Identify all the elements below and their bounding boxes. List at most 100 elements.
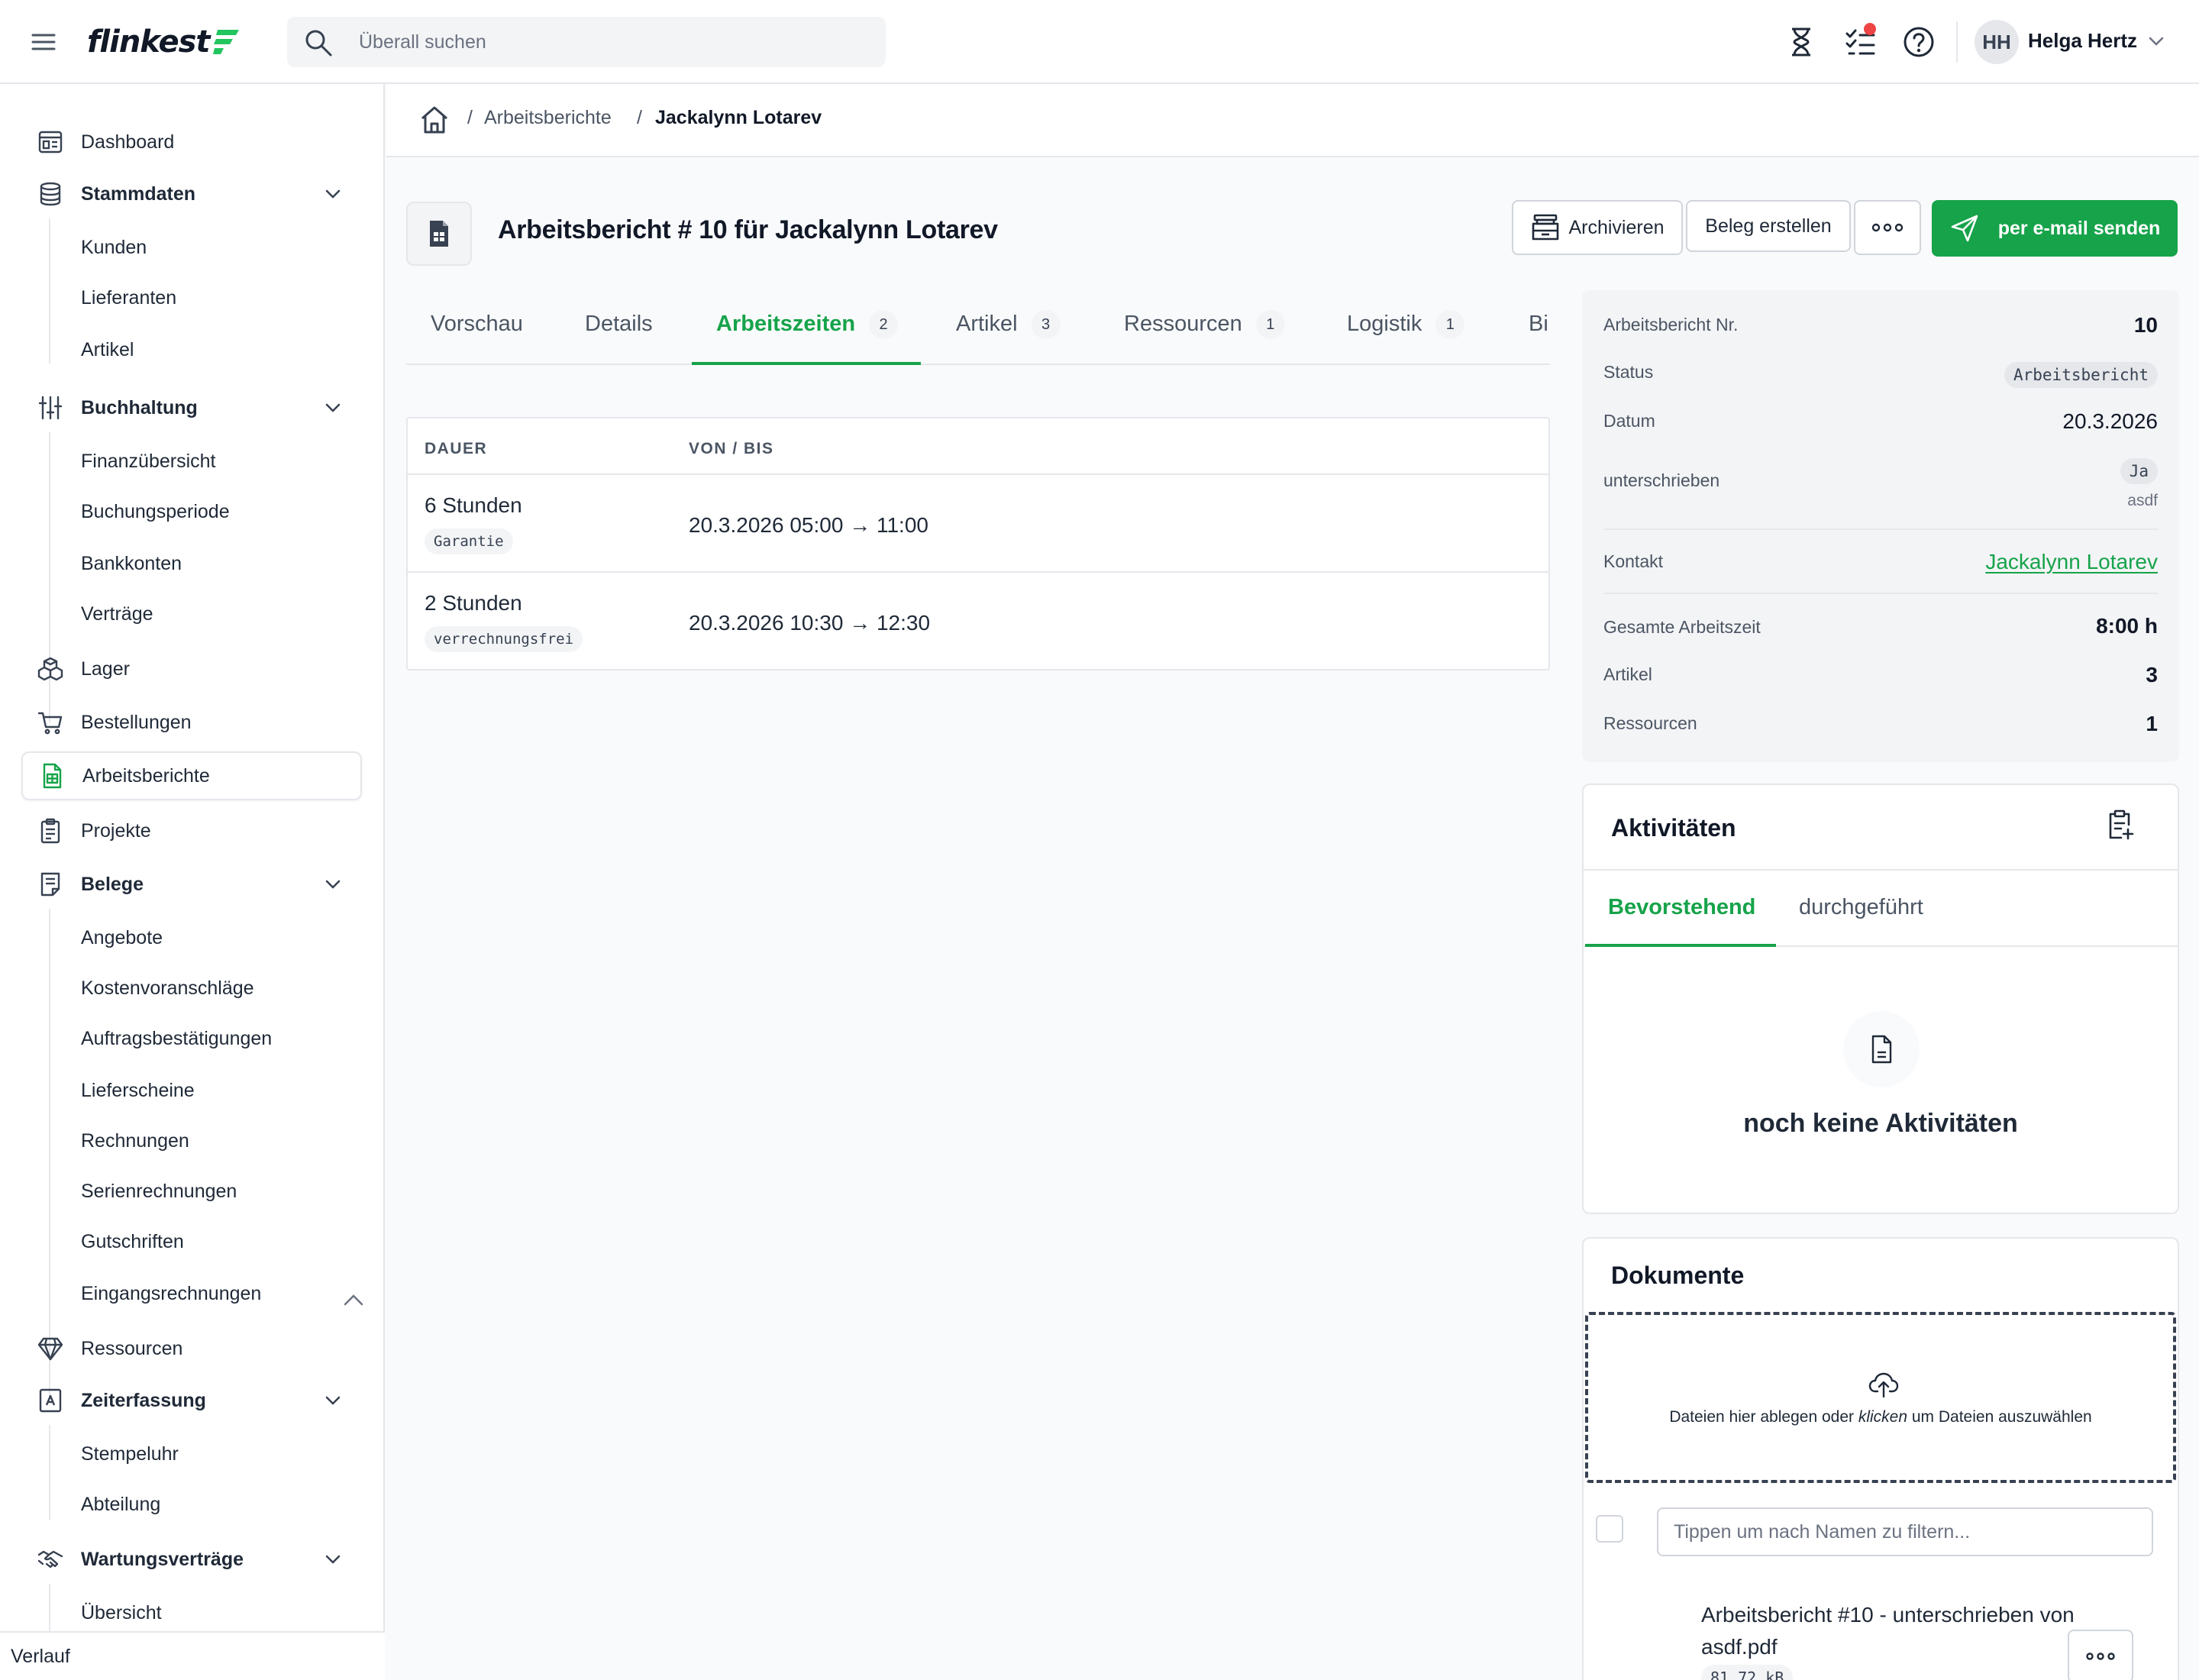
menu-icon[interactable]	[29, 27, 58, 57]
sidebar-item-projekte[interactable]: Projekte	[21, 806, 362, 855]
sidebar-subitem-artikel[interactable]: Artikel	[81, 331, 134, 368]
user-name[interactable]: Helga Hertz	[2028, 29, 2137, 53]
chevron-down-icon[interactable]	[324, 399, 342, 417]
tab-durchgefuehrt[interactable]: durchgeführt	[1799, 895, 1923, 920]
articles-count: 3	[2146, 663, 2158, 687]
resources-count: 1	[2146, 712, 2158, 735]
sidebar-item-buchhaltung[interactable]: Buchhaltung	[21, 383, 362, 432]
sidebar-subitem-gutschriften[interactable]: Gutschriften	[81, 1223, 184, 1260]
logo-mark-icon	[212, 27, 239, 57]
archive-button[interactable]: Archivieren	[1512, 200, 1683, 255]
send-email-button[interactable]: per e-mail senden	[1932, 200, 2178, 257]
divider	[1603, 593, 2158, 594]
receipt-icon	[40, 872, 60, 897]
sidebar-subitem-finanzuebersicht[interactable]: Finanzübersicht	[81, 443, 215, 480]
sidebar-item-wartungsvertraege[interactable]: Wartungsverträge	[21, 1535, 362, 1584]
tab-label: Logistik	[1347, 312, 1422, 336]
add-activity-icon[interactable]	[2103, 808, 2136, 842]
info-label: Kontakt	[1603, 551, 1663, 571]
sidebar-item-belege[interactable]: Belege	[21, 860, 362, 909]
sidebar-item-label: Buchhaltung	[81, 396, 198, 418]
dropzone-text: Dateien hier ablegen oder klicken um Dat…	[1588, 1408, 2173, 1426]
sidebar-subitem-lieferscheine[interactable]: Lieferscheine	[81, 1072, 195, 1109]
activities-card: Aktivitäten Bevorstehend durchgeführt no…	[1582, 783, 2179, 1214]
sidebar-subitem-rechnungen[interactable]: Rechnungen	[81, 1123, 189, 1159]
duration-cell: 2 Stunden	[425, 591, 522, 615]
document-filter-input[interactable]	[1657, 1507, 2153, 1556]
dropzone-click-text: klicken	[1858, 1408, 1908, 1426]
contact-link[interactable]: Jackalynn Lotarev	[1985, 550, 2158, 574]
breadcrumb-separator: /	[467, 107, 473, 128]
database-icon	[40, 182, 61, 206]
more-actions-button[interactable]	[1854, 200, 1921, 255]
sidebar-subitem-uebersicht[interactable]: Übersicht	[81, 1594, 162, 1631]
sidebar-subitem-stempeluhr[interactable]: Stempeluhr	[81, 1436, 179, 1472]
sidebar-item-arbeitsberichte[interactable]: Arbeitsberichte	[21, 751, 362, 800]
table-row[interactable]: 6 Stunden Garantie 20.3.2026 05:00 → 11:…	[408, 473, 1548, 571]
tab-bi[interactable]: Bi	[1529, 312, 1548, 363]
document-minus-icon	[1871, 1035, 1892, 1064]
breadcrumb-arbeitsberichte[interactable]: Arbeitsberichte	[484, 107, 612, 129]
chevron-down-icon[interactable]	[324, 875, 342, 893]
info-label: Gesamte Arbeitszeit	[1603, 617, 1761, 637]
create-receipt-button[interactable]: Beleg erstellen	[1686, 200, 1851, 252]
sidebar-subitem-kunden[interactable]: Kunden	[81, 229, 147, 266]
tab-arbeitszeiten[interactable]: Arbeitszeiten 2	[716, 310, 899, 363]
sidebar-subitem-bankkonten[interactable]: Bankkonten	[81, 545, 182, 582]
avatar[interactable]: HH	[1975, 20, 2019, 64]
select-all-checkbox[interactable]	[1596, 1515, 1623, 1543]
info-label: Status	[1603, 362, 1654, 382]
sidebar-subitem-angebote[interactable]: Angebote	[81, 919, 163, 956]
help-icon[interactable]	[1901, 24, 1936, 60]
hourglass-icon[interactable]	[1784, 24, 1819, 60]
sidebar-subitem-vertraege[interactable]: Verträge	[81, 596, 153, 632]
sidebar-item-label: Wartungsverträge	[81, 1548, 244, 1570]
chevron-down-icon[interactable]	[2147, 32, 2165, 50]
sidebar-item-label: Belege	[81, 873, 144, 895]
home-icon[interactable]	[418, 104, 450, 136]
file-actions-button[interactable]	[2068, 1630, 2133, 1680]
logo[interactable]: flinkest	[87, 21, 239, 63]
sidebar-item-zeiterfassung[interactable]: Zeiterfassung	[21, 1376, 362, 1425]
handshake-icon	[37, 1550, 63, 1569]
table-row[interactable]: 2 Stunden verrechnungsfrei 20.3.2026 10:…	[408, 571, 1548, 669]
document-badge	[406, 202, 472, 266]
tab-vorschau[interactable]: Vorschau	[431, 312, 523, 363]
sidebar-subitem-kostenvoranschlaege[interactable]: Kostenvoranschläge	[81, 970, 254, 1006]
sidebar: Dashboard Stammdaten Kunden Lieferanten …	[0, 84, 385, 1680]
sidebar-subitem-eingangsrechnungen[interactable]: Eingangsrechnungen	[81, 1275, 261, 1312]
tab-details[interactable]: Details	[585, 312, 653, 363]
sidebar-subitem-abteilung[interactable]: Abteilung	[81, 1486, 160, 1523]
sidebar-item-bestellungen[interactable]: Bestellungen	[21, 698, 362, 747]
tab-ressourcen[interactable]: Ressourcen 1	[1124, 310, 1285, 363]
sidebar-item-ressourcen[interactable]: Ressourcen	[21, 1324, 362, 1373]
divider	[1603, 528, 2158, 530]
file-dropzone[interactable]: Dateien hier ablegen oder klicken um Dat…	[1585, 1312, 2176, 1483]
sidebar-subitem-serienrechnungen[interactable]: Serienrechnungen	[81, 1173, 237, 1210]
chevron-down-icon[interactable]	[324, 1391, 342, 1410]
sidebar-item-lager[interactable]: Lager	[21, 645, 362, 693]
sidebar-subitem-buchungsperiode[interactable]: Buchungsperiode	[81, 493, 230, 530]
tab-bevorstehend[interactable]: Bevorstehend	[1608, 895, 1755, 920]
sidebar-subitem-auftragsbestaetigungen[interactable]: Auftragsbestätigungen	[81, 1020, 272, 1057]
search-input[interactable]	[359, 17, 863, 67]
logo-text: flinkest	[87, 24, 211, 60]
sidebar-item-label: Lager	[81, 657, 130, 680]
tab-logistik[interactable]: Logistik 1	[1347, 310, 1465, 363]
archive-icon	[1532, 214, 1559, 241]
sidebar-item-dashboard[interactable]: Dashboard	[21, 118, 362, 166]
document-file-name[interactable]: Arbeitsbericht #10 - unterschrieben von …	[1701, 1599, 2098, 1663]
tab-label: Details	[585, 312, 653, 336]
sidebar-item-label: Dashboard	[81, 131, 175, 153]
tab-count-badge: 2	[869, 310, 899, 339]
sidebar-subitem-lieferanten[interactable]: Lieferanten	[81, 279, 176, 316]
chevron-down-icon[interactable]	[324, 1550, 342, 1569]
sidebar-item-stammdaten[interactable]: Stammdaten	[21, 170, 362, 218]
chevron-up-icon[interactable]	[342, 1289, 365, 1312]
tab-artikel[interactable]: Artikel 3	[956, 310, 1061, 363]
chevron-down-icon[interactable]	[324, 185, 342, 203]
column-header-duration: DAUER	[425, 440, 488, 457]
tab-label: Artikel	[956, 312, 1018, 336]
history-bar[interactable]: Verlauf	[0, 1631, 385, 1680]
tab-label: Ressourcen	[1124, 312, 1242, 336]
